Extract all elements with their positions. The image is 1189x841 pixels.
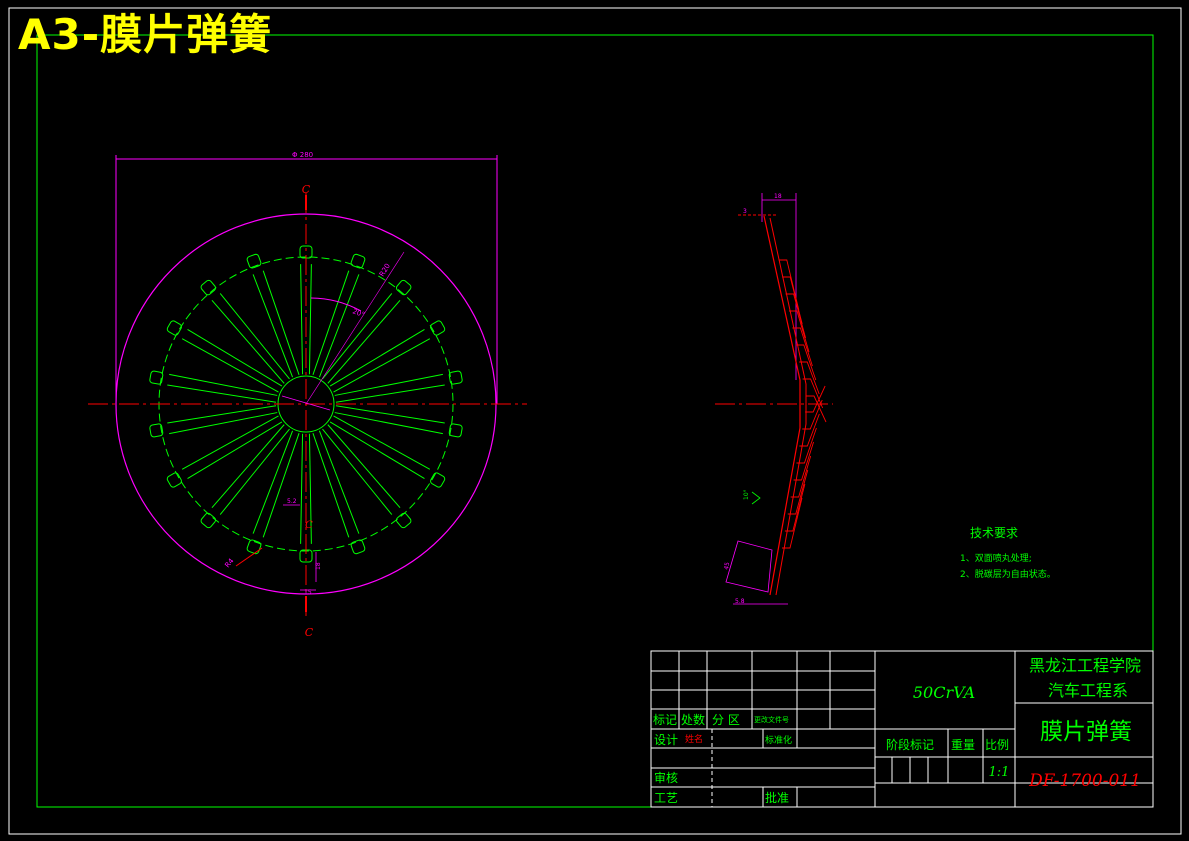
tb-zone-label: 分 区 xyxy=(712,713,740,727)
finger-slot-edge xyxy=(262,433,300,538)
overall-diameter-label: Φ 280 xyxy=(292,151,313,159)
finger-slot-edge xyxy=(211,299,285,384)
tb-department: 汽车工程系 xyxy=(1048,681,1128,700)
slot-window xyxy=(200,279,217,296)
finger-slot-edge xyxy=(252,430,294,534)
sheet-title: A3-膜片弹簧 xyxy=(18,10,273,59)
finger-slot-edge xyxy=(262,270,300,375)
finger-slot-edge xyxy=(252,274,294,378)
tb-stage-mark-label: 阶段标记 xyxy=(886,737,934,752)
finger-slot-edge xyxy=(167,405,277,424)
finger-slot-edge xyxy=(187,421,283,480)
front-view: Φ 280 C C C 20° R20 R4 5.2 15 18 xyxy=(88,151,527,639)
window-radius-leader xyxy=(305,251,405,405)
sheet-frame xyxy=(8,7,1182,835)
finger-slot-edge xyxy=(329,421,425,480)
cone-angle-mark xyxy=(751,491,761,505)
section-label-bottom: C xyxy=(305,626,314,639)
side-height-label: 18 xyxy=(774,193,782,200)
finger-slot-edge xyxy=(167,384,277,403)
side-finger-profile xyxy=(799,413,820,447)
finger-slot-edge xyxy=(312,270,350,375)
side-bottom-label: 5.8 xyxy=(735,598,745,605)
slot-window xyxy=(149,370,164,385)
slot-window xyxy=(350,539,366,555)
finger-slot-edge xyxy=(169,373,278,396)
finger-slot-edge xyxy=(300,433,304,544)
lower-dim-label: 15 xyxy=(304,589,312,596)
finger-slot-edge xyxy=(318,274,360,378)
slot-window xyxy=(395,512,412,529)
finger-slot-edge xyxy=(211,424,285,509)
slot-window xyxy=(448,370,463,385)
note-item-1: 1、双面喷丸处理; xyxy=(960,552,1032,564)
section-label-mid: C xyxy=(305,520,313,531)
drawing-border xyxy=(36,34,1154,808)
side-view: 18 3 45 5.8 10° xyxy=(715,193,833,605)
inner-radius-leader xyxy=(235,547,263,567)
tb-mark-label: 标记 xyxy=(653,713,677,727)
tb-material: 50CrVA xyxy=(913,683,975,702)
slot-window xyxy=(166,472,182,488)
slot-window xyxy=(395,279,412,296)
section-label-top: C xyxy=(302,183,311,196)
tb-scale-value: 1:1 xyxy=(989,765,1010,780)
note-item-2: 2、脱碳层为自由状态。 xyxy=(960,568,1056,580)
chamfer-detail xyxy=(725,540,773,593)
finger-slot-edge xyxy=(329,328,425,387)
tb-standard-label: 标准化 xyxy=(765,734,792,746)
tb-weight-label: 重量 xyxy=(951,738,975,752)
finger-slot-edge xyxy=(318,430,360,534)
tb-process-label: 工艺 xyxy=(654,791,678,805)
finger-width-label: 5.2 xyxy=(287,498,297,505)
tb-change-doc-label: 更改文件号 xyxy=(754,715,789,724)
finger-slot-edge xyxy=(334,373,443,396)
finger-slot-edge xyxy=(169,412,278,435)
tb-school: 黑龙江工程学院 xyxy=(1029,656,1141,675)
notes-heading: 技术要求 xyxy=(970,526,1018,540)
tb-review-label: 审核 xyxy=(654,770,678,785)
window-radius-label: R20 xyxy=(378,262,392,278)
inner-radius-label: R4 xyxy=(223,557,235,570)
tb-scale-label: 比例 xyxy=(985,738,1009,752)
cad-drawing: Φ 280 C C C 20° R20 R4 5.2 15 18 18 3 45… xyxy=(8,7,1182,835)
finger-slot-edge xyxy=(187,328,283,387)
finger-slot-edge xyxy=(300,264,304,375)
chamfer-label: 45 xyxy=(723,561,731,570)
slot-depth-label: 18 xyxy=(315,562,322,570)
cone-angle-label: 10° xyxy=(743,489,750,500)
technical-notes: 技术要求 1、双面喷丸处理; 2、脱碳层为自由状态。 xyxy=(960,526,1056,580)
side-thickness-label: 3 xyxy=(743,208,747,215)
finger-slot-edge xyxy=(335,405,445,424)
tb-part-name: 膜片弹簧 xyxy=(1040,719,1132,745)
angle-label: 20° xyxy=(351,307,365,319)
tb-drawing-number: DF-1700-011 xyxy=(1028,771,1141,791)
finger-slot-edge xyxy=(312,433,350,538)
finger-slot-edge xyxy=(335,384,445,403)
tb-approve-label: 批准 xyxy=(765,790,789,805)
side-finger-profile xyxy=(806,395,827,423)
tb-design-label: 设计 xyxy=(654,733,678,747)
finger-slot-edge xyxy=(327,424,401,509)
finger-slot-edge xyxy=(308,264,312,375)
tb-designer-name: 姓名 xyxy=(685,733,703,745)
slot-window xyxy=(200,512,217,529)
finger-slot-edge xyxy=(334,412,443,435)
tb-count-label: 处数 xyxy=(681,712,705,727)
